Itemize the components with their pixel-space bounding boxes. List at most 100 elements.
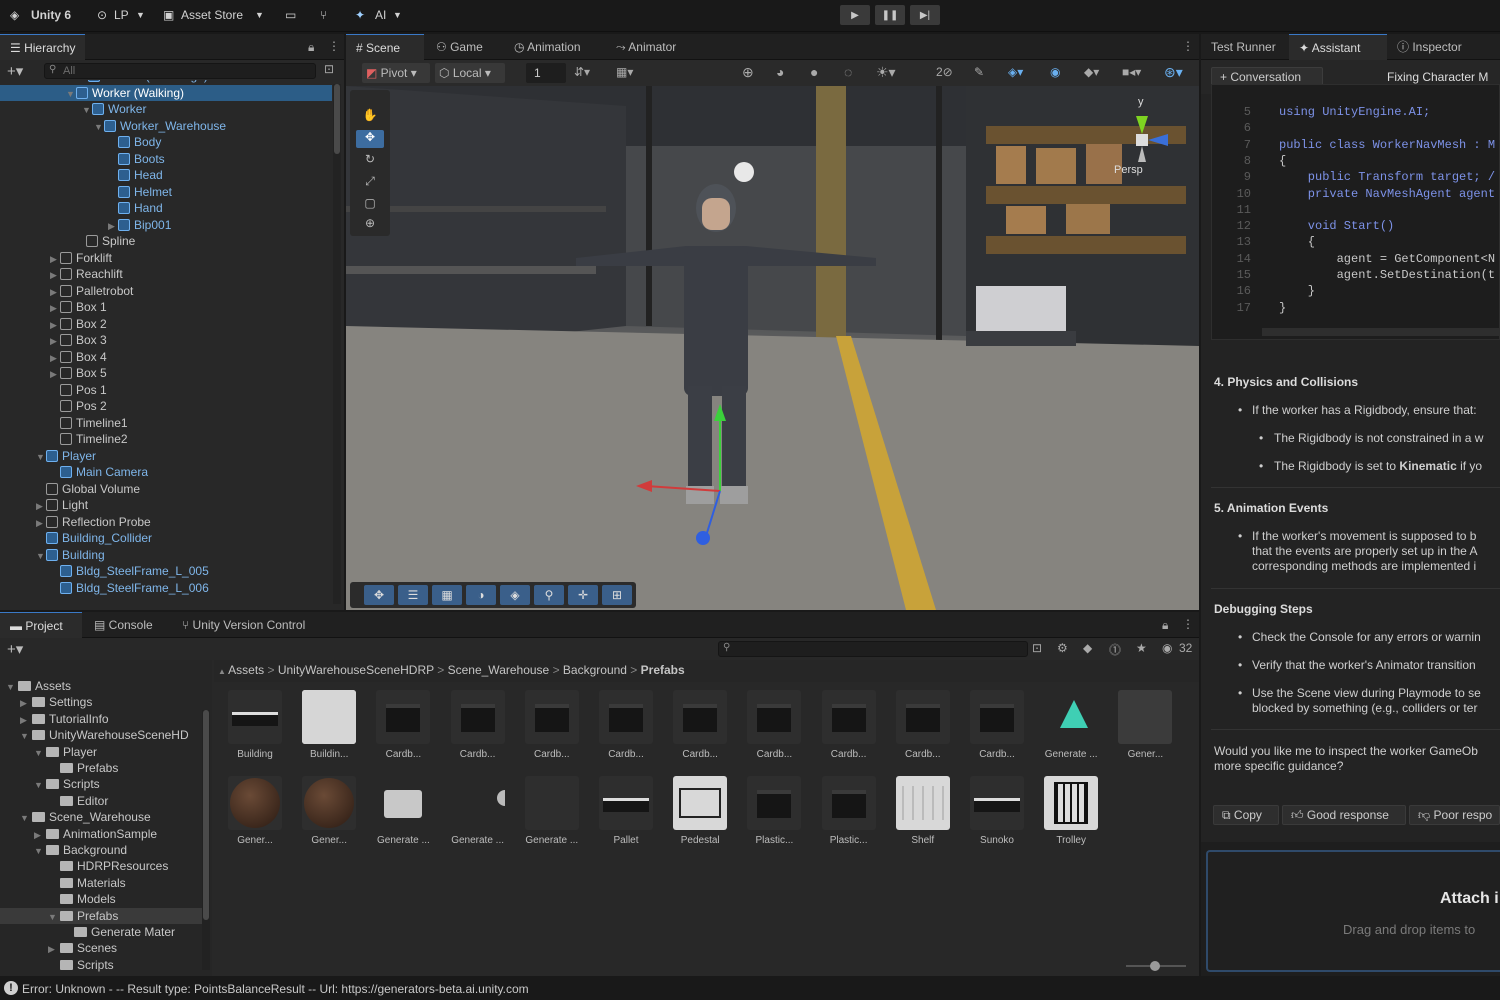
asset-item[interactable]: Plastic...	[739, 776, 809, 846]
overlay-search-icon[interactable]: ⚲	[534, 585, 564, 605]
hand-tool-icon[interactable]: ✋	[356, 108, 384, 126]
solid-sphere-icon[interactable]: ●	[810, 64, 818, 80]
layers-icon[interactable]: ◆▾	[1084, 65, 1099, 79]
asset-item[interactable]: Gener...	[1110, 690, 1180, 760]
good-response-button[interactable]: 👍︎ Good response	[1282, 805, 1406, 825]
scene-visibility-icon[interactable]: ⊡	[324, 62, 334, 76]
scale-tool-icon[interactable]: ⤢	[356, 174, 384, 192]
project-folder[interactable]: Models	[0, 891, 202, 907]
asset-item[interactable]: Plastic...	[814, 776, 884, 846]
grid-snap-input[interactable]: 1	[526, 63, 566, 83]
project-folder[interactable]: ▼ Assets	[0, 678, 202, 694]
asset-item[interactable]: Pallet	[591, 776, 661, 846]
effects-icon[interactable]: ◈▾	[1008, 65, 1023, 79]
kebab-menu-icon[interactable]: ⋮	[1182, 39, 1194, 53]
expand-arrow-icon[interactable]: ▶	[50, 251, 60, 267]
asset-item[interactable]: Cardb...	[739, 690, 809, 760]
hierarchy-item[interactable]: ▼ Building	[0, 547, 332, 563]
breadcrumb-item[interactable]: Prefabs	[641, 663, 685, 677]
project-folder[interactable]: Scripts	[0, 957, 202, 973]
project-folder[interactable]: HDRPResources	[0, 858, 202, 874]
hierarchy-item[interactable]: ▶ Reachlift	[0, 266, 332, 282]
project-folder[interactable]: ▶ Settings	[0, 694, 202, 710]
expand-arrow-icon[interactable]: ▼	[34, 777, 46, 793]
overlay-move-icon[interactable]: ✥	[364, 585, 394, 605]
search-scope-icon[interactable]: ⊡	[1032, 641, 1042, 655]
expand-arrow-icon[interactable]: ▼	[20, 728, 32, 744]
hierarchy-item[interactable]: ▶ Box 3	[0, 332, 332, 348]
hierarchy-item[interactable]: ▼Worker (Standing2)	[0, 80, 332, 84]
hierarchy-item[interactable]: Building_Collider	[0, 530, 332, 546]
project-folder[interactable]: ▼ UnityWarehouseSceneHD	[0, 727, 202, 743]
lighting-icon[interactable]: ☀▾	[876, 64, 896, 81]
project-folder-selected[interactable]: ▼ Prefabs	[0, 907, 202, 924]
pivot-dropdown[interactable]: ◩ Pivot ▾	[362, 63, 430, 83]
tab-version-control[interactable]: ⑂ Unity Version Control	[172, 612, 315, 638]
asset-item[interactable]: Cardb...	[368, 690, 438, 760]
project-folder[interactable]: Materials	[0, 875, 202, 891]
copy-button[interactable]: ⧉ Copy	[1213, 805, 1279, 825]
globe-icon[interactable]: ⊕	[742, 64, 754, 81]
expand-arrow-icon[interactable]: ▶	[50, 317, 60, 333]
hierarchy-item[interactable]: Boots	[0, 151, 332, 167]
hierarchy-scrollbar[interactable]	[333, 84, 341, 604]
asset-item[interactable]: Cardb...	[591, 690, 661, 760]
asset-item[interactable]: Pedestal	[665, 776, 735, 846]
expand-arrow-icon[interactable]: ▶	[50, 366, 60, 382]
hierarchy-item[interactable]: Hand	[0, 200, 332, 216]
step-button[interactable]: ▶|	[910, 5, 940, 25]
asset-item[interactable]: Cardb...	[443, 690, 513, 760]
breadcrumb-item[interactable]: Background	[563, 663, 627, 677]
project-folder[interactable]: ▼ Background	[0, 842, 202, 858]
tab-test-runner[interactable]: Test Runner	[1201, 34, 1286, 60]
overlay-grid-icon[interactable]: ▦	[432, 585, 462, 605]
project-folder[interactable]: ▼ Player	[0, 744, 202, 760]
hierarchy-item[interactable]: Head	[0, 167, 332, 183]
expand-arrow-icon[interactable]: ▶	[50, 300, 60, 316]
poor-response-button[interactable]: 👎︎ Poor respo	[1409, 805, 1500, 825]
hierarchy-item[interactable]: ▼ Worker	[0, 101, 332, 117]
overlay-sphere-icon[interactable]: ◑	[466, 585, 496, 605]
pause-button[interactable]: ❚❚	[875, 5, 905, 25]
camera-icon[interactable]: ■◂▾	[1122, 65, 1141, 79]
zoom-slider[interactable]	[1126, 961, 1186, 971]
hierarchy-item[interactable]: ▶ Box 1	[0, 299, 332, 315]
filter-type-icon[interactable]: ⚙	[1057, 641, 1068, 655]
expand-arrow-icon[interactable]: ▼	[34, 745, 46, 761]
wire-sphere-icon[interactable]: ◌	[844, 64, 852, 80]
expand-arrow-icon[interactable]: ▼	[66, 86, 76, 102]
hierarchy-item[interactable]: ▶ Box 2	[0, 316, 332, 332]
asset-item[interactable]: Gener...	[294, 776, 364, 846]
tab-assistant[interactable]: ✦ Assistant	[1289, 34, 1387, 60]
code-hscrollbar[interactable]	[1262, 328, 1500, 336]
warning-icon[interactable]: ⓵	[1109, 641, 1121, 658]
hierarchy-item[interactable]: ▶ Light	[0, 497, 332, 513]
grid-toggle-icon[interactable]: ▦▾	[616, 65, 633, 79]
expand-arrow-icon[interactable]: ▶	[50, 350, 60, 366]
project-folder[interactable]: ▶ Scenes	[0, 940, 202, 956]
expand-arrow-icon[interactable]: ▶	[34, 827, 46, 843]
scene-viewport[interactable]: ✋ ✥ ↻ ⤢ ▢ ⊕ y Persp ✥ ☰ ▦ ◑ ◈ ⚲ ✛ ⊞	[346, 86, 1199, 610]
asset-item[interactable]: Generate ...	[517, 776, 587, 846]
asset-item[interactable]: Shelf	[888, 776, 958, 846]
hierarchy-item[interactable]: ▶ Bip001	[0, 217, 332, 233]
orientation-gizmo[interactable]: y Persp	[1106, 96, 1186, 186]
asset-item[interactable]: Generate ...	[443, 776, 513, 846]
version-control-icon[interactable]: ⑂	[320, 8, 327, 22]
expand-arrow-icon[interactable]: ▶	[36, 498, 46, 514]
rect-tool-icon[interactable]: ▢	[356, 196, 384, 214]
asset-item[interactable]: Generate ...	[368, 776, 438, 846]
hierarchy-item[interactable]: ▶ Box 5	[0, 365, 332, 381]
lock-icon[interactable]: 🔒︎	[308, 40, 314, 55]
overlay-pivot-icon[interactable]: ✛	[568, 585, 598, 605]
kebab-menu-icon[interactable]: ⋮	[328, 39, 340, 53]
rotate-tool-icon[interactable]: ↻	[356, 152, 384, 170]
gizmos-icon[interactable]: ⊛▾	[1164, 64, 1183, 81]
project-folder[interactable]: Prefabs	[0, 760, 202, 776]
project-folder[interactable]: ▶ TutorialInfo	[0, 711, 202, 727]
label-icon[interactable]: ◆	[1083, 641, 1092, 655]
tab-game[interactable]: ⚇ Game	[426, 34, 493, 60]
expand-arrow-icon[interactable]: ▶	[50, 333, 60, 349]
projection-label[interactable]: Persp	[1114, 164, 1143, 176]
error-icon[interactable]: !	[4, 981, 18, 995]
